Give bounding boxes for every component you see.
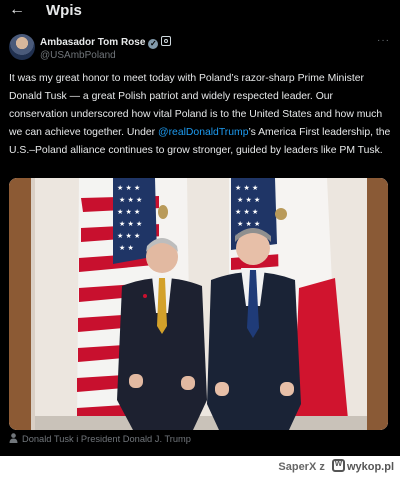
svg-text:★ ★ ★: ★ ★ ★: [237, 196, 260, 204]
verified-badge-icon: ✓: [148, 39, 159, 49]
tweet-text: It was my great honor to meet today with…: [9, 70, 391, 160]
svg-text:★ ★ ★: ★ ★ ★: [235, 184, 258, 192]
author-name-row[interactable]: Ambasador Tom Rose ✓: [40, 36, 172, 49]
watermark: SaperX z wykop.pl: [278, 458, 394, 473]
photo-caption[interactable]: Donald Tusk i President Donald J. Trump: [9, 433, 191, 444]
svg-text:★ ★ ★: ★ ★ ★: [235, 208, 258, 216]
wykop-site: wykop.pl: [346, 461, 394, 473]
svg-text:★ ★ ★: ★ ★ ★: [119, 220, 142, 228]
svg-text:★ ★ ★: ★ ★ ★: [117, 184, 140, 192]
post-view: ← Wpis Ambasador Tom Rose ✓ @USAmbPoland …: [0, 0, 400, 456]
page-title: Wpis: [46, 2, 82, 19]
arrow-left-icon[interactable]: ←: [9, 2, 25, 18]
author-handle[interactable]: @USAmbPoland: [40, 50, 116, 61]
author-name[interactable]: Ambasador Tom Rose: [40, 37, 145, 48]
watermark-user: SaperX: [278, 461, 317, 473]
svg-text:★ ★ ★: ★ ★ ★: [237, 220, 260, 228]
svg-text:★ ★: ★ ★: [119, 244, 134, 252]
photo-illustration: ★ ★ ★ ★ ★ ★ ★ ★ ★ ★ ★ ★ ★ ★ ★ ★ ★ ★ ★ ★ …: [9, 178, 388, 430]
svg-text:★ ★ ★: ★ ★ ★: [117, 232, 140, 240]
person-icon: [9, 433, 18, 443]
svg-text:★ ★ ★: ★ ★ ★: [117, 208, 140, 216]
more-options-icon[interactable]: ···: [377, 35, 390, 46]
watermark-connector: z: [319, 461, 325, 473]
mention-link[interactable]: @realDonaldTrump: [158, 127, 248, 138]
screenshot-frame: ← Wpis Ambasador Tom Rose ✓ @USAmbPoland …: [0, 0, 400, 477]
avatar[interactable]: [9, 34, 35, 60]
caption-text: Donald Tusk i President Donald J. Trump: [22, 434, 191, 444]
wykop-logo: wykop.pl: [331, 458, 394, 473]
top-bar: ← Wpis: [0, 0, 400, 22]
svg-text:★ ★ ★: ★ ★ ★: [119, 196, 142, 204]
government-badge-icon: [161, 36, 172, 46]
wykop-icon: [331, 458, 345, 472]
tweet-photo[interactable]: ★ ★ ★ ★ ★ ★ ★ ★ ★ ★ ★ ★ ★ ★ ★ ★ ★ ★ ★ ★ …: [9, 178, 388, 430]
